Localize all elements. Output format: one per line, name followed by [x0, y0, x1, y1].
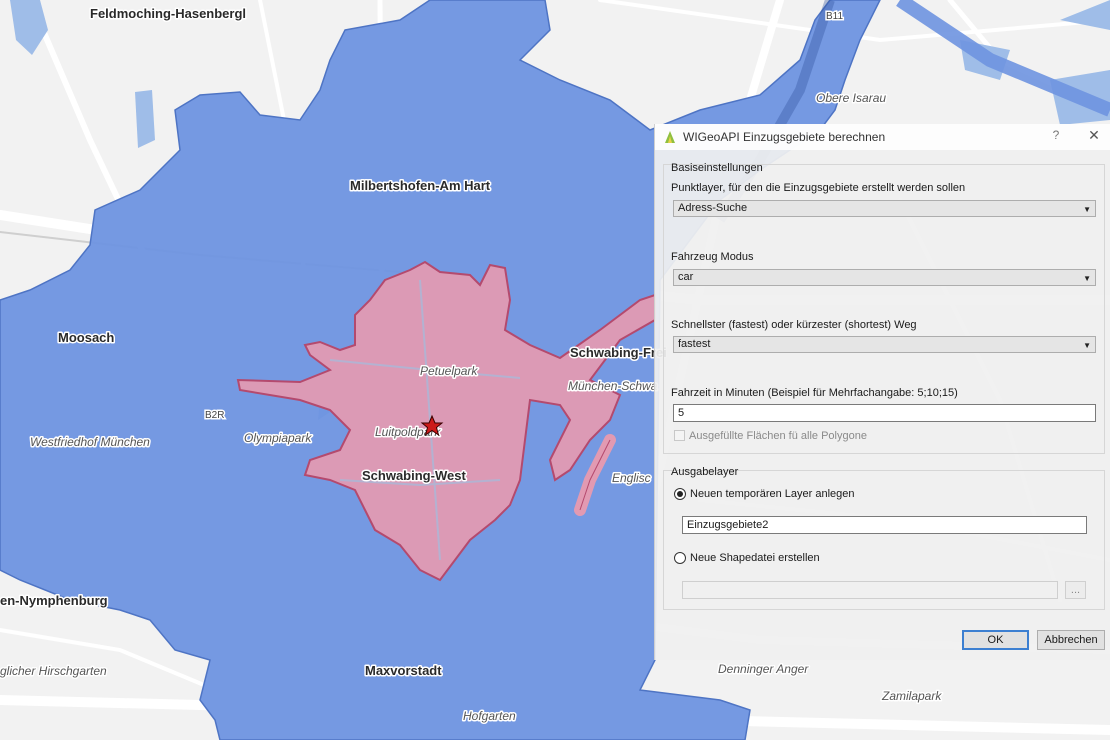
- temp-layer-radio[interactable]: [674, 488, 686, 500]
- fahrzeug-combobox[interactable]: car ▼: [673, 269, 1096, 286]
- label-olympiapark: Olympiapark: [244, 431, 312, 445]
- label-petuelpark: Petuelpark: [420, 364, 478, 378]
- label-denninger: Denninger Anger: [718, 662, 809, 676]
- shapefile-path-input[interactable]: [682, 581, 1058, 599]
- help-button[interactable]: ?: [1048, 128, 1064, 146]
- close-button[interactable]: ✕: [1084, 127, 1104, 145]
- temp-layer-label: Neuen temporären Layer anlegen: [690, 488, 855, 500]
- label-nymphenburg: en-Nymphenburg: [0, 593, 108, 608]
- punktlayer-value: Adress-Suche: [678, 202, 748, 214]
- basis-group-title: Basiseinstellungen: [671, 162, 763, 174]
- filled-polygons-label: Ausgefüllte Flächen fü alle Polygone: [689, 430, 867, 442]
- label-muenchen-schwa: München-Schwa: [568, 379, 658, 393]
- fahrzeug-value: car: [678, 271, 694, 283]
- cancel-button[interactable]: Abbrechen: [1037, 630, 1105, 650]
- label-obere-isarau: Obere Isarau: [816, 91, 886, 105]
- label-hirschgarten: glicher Hirschgarten: [0, 664, 107, 678]
- label-englischer: Englisc: [612, 471, 651, 485]
- label-b11: B11: [826, 11, 843, 22]
- punktlayer-label: Punktlayer, für den die Einzugsgebiete e…: [671, 182, 966, 194]
- label-b2r: B2R: [205, 410, 224, 421]
- chevron-down-icon: ▼: [1083, 274, 1091, 283]
- label-moosach: Moosach: [58, 330, 114, 345]
- weg-combobox[interactable]: fastest ▼: [673, 336, 1096, 353]
- ausgabe-group-title: Ausgabelayer: [671, 466, 739, 478]
- label-schwabing-frei: Schwabing-Frei: [570, 345, 667, 360]
- weg-value: fastest: [678, 338, 711, 350]
- filled-polygons-checkbox[interactable]: [674, 430, 685, 441]
- fahrzeit-input[interactable]: 5: [673, 404, 1096, 422]
- label-feldmoching: Feldmoching-Hasenbergl: [90, 6, 246, 21]
- label-westfriedhof: Westfriedhof München: [30, 435, 150, 449]
- punktlayer-combobox[interactable]: Adress-Suche ▼: [673, 200, 1096, 217]
- dialog-title: WIGeoAPI Einzugsgebiete berechnen: [683, 130, 886, 144]
- label-zamilapark: Zamilapark: [881, 689, 942, 703]
- label-hofgarten: Hofgarten: [463, 709, 516, 723]
- layer-name-input[interactable]: Einzugsgebiete2: [682, 516, 1087, 534]
- shapefile-radio[interactable]: [674, 552, 686, 564]
- ok-button[interactable]: OK: [962, 630, 1029, 650]
- fahrzeug-label: Fahrzeug Modus: [671, 251, 754, 263]
- browse-button[interactable]: ...: [1065, 581, 1086, 599]
- fahrzeit-label: Fahrzeit in Minuten (Beispiel für Mehrfa…: [671, 387, 958, 399]
- shapefile-label: Neue Shapedatei erstellen: [690, 552, 820, 564]
- dialog-titlebar[interactable]: WIGeoAPI Einzugsgebiete berechnen ? ✕: [655, 124, 1110, 150]
- chevron-down-icon: ▼: [1083, 205, 1091, 214]
- qgis-plugin-icon: [665, 131, 675, 143]
- weg-label: Schnellster (fastest) oder kürzester (sh…: [671, 319, 917, 331]
- label-milbertshofen: Milbertshofen-Am Hart: [350, 178, 491, 193]
- einzugsgebiete-dialog: WIGeoAPI Einzugsgebiete berechnen ? ✕ Ba…: [654, 124, 1110, 660]
- label-schwabing-west: Schwabing-West: [362, 468, 466, 483]
- label-maxvorstadt: Maxvorstadt: [365, 663, 442, 678]
- chevron-down-icon: ▼: [1083, 341, 1091, 350]
